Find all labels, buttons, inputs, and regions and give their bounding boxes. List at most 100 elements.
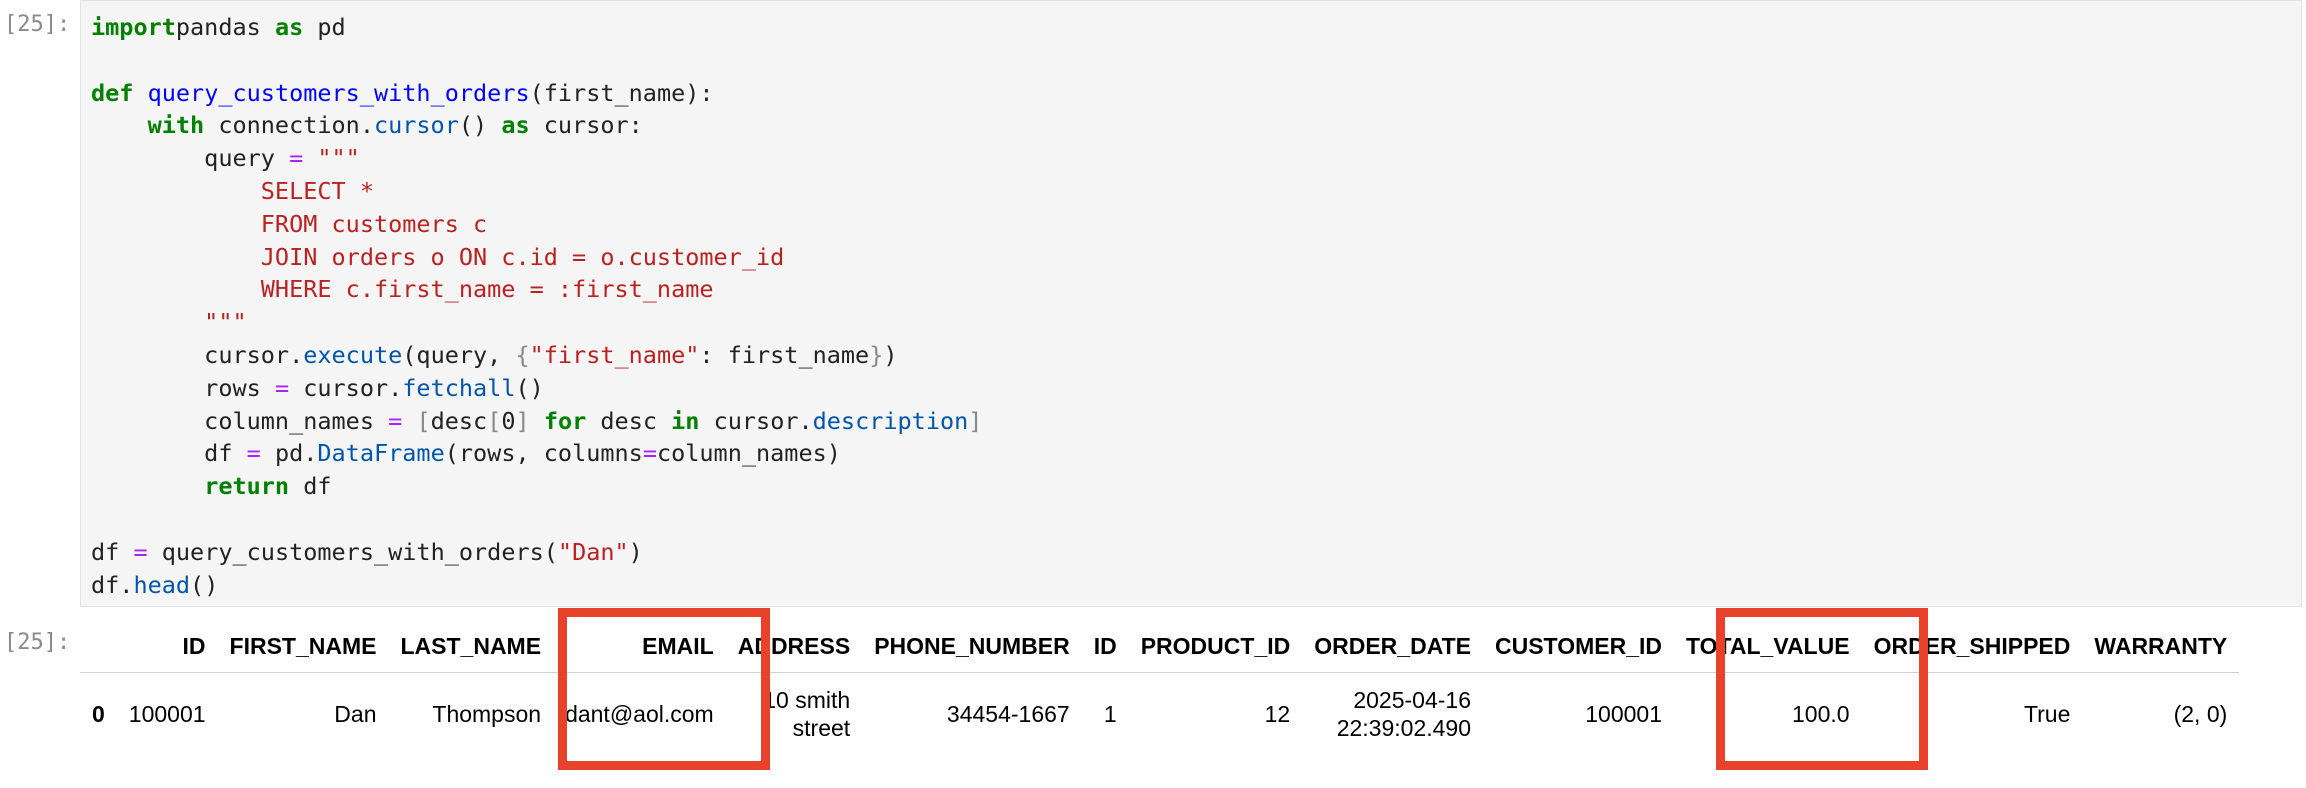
code-token: (first_name): xyxy=(529,78,714,107)
code-token: : first_name xyxy=(699,340,870,369)
code-token: [ xyxy=(416,406,431,435)
code-token: for xyxy=(543,406,587,435)
code-line: df = pd.DataFrame(rows, columns=column_n… xyxy=(91,437,982,470)
code-token: cursor xyxy=(373,111,459,140)
column-header xyxy=(80,620,117,673)
code-line: SELECT * xyxy=(91,175,982,208)
code-token: query xyxy=(91,144,290,173)
column-header: ID xyxy=(116,620,218,673)
code-token: cursor: xyxy=(529,111,643,140)
code-line: return df xyxy=(91,470,982,503)
output-area: ID FIRST_NAME LAST_NAME EMAIL ADDRESS PHONE_N… xyxy=(80,620,2240,755)
code-line: column_names = [desc[0] for desc in curs… xyxy=(91,405,982,438)
code-line: cursor.execute(query, {"first_name": fir… xyxy=(91,339,982,372)
column-header: FIRST_NAME xyxy=(217,620,389,673)
code-token: def xyxy=(91,78,134,107)
row-index: 0 xyxy=(92,701,105,727)
code-token: (query, xyxy=(402,340,516,369)
code-line: query = """ xyxy=(91,142,982,175)
code-token: ) xyxy=(883,340,898,369)
code-token: return xyxy=(204,472,290,501)
table-cell: 100001 xyxy=(1585,701,1662,727)
table-cell: 100.0 xyxy=(1792,701,1850,727)
table-cell: 34454-1667 xyxy=(946,701,1070,727)
code-line: def query_customers_with_orders(first_na… xyxy=(91,77,982,110)
table-cell: (2, 0) xyxy=(2173,701,2228,727)
code-token: () xyxy=(190,570,219,599)
code-line: with connection.cursor() as cursor: xyxy=(91,109,982,142)
code-line: df = query_customers_with_orders("Dan") xyxy=(91,536,982,569)
code-token: in xyxy=(671,406,700,435)
table-cell: Thompson xyxy=(432,701,542,727)
code-editor[interactable]: importpandas as pd def query_customers_wi… xyxy=(91,11,982,601)
column-header: ID xyxy=(1081,620,1129,673)
code-token: fetchall xyxy=(402,373,516,402)
column-header: CUSTOMER_ID xyxy=(1483,620,1674,673)
code-token: "Dan" xyxy=(557,537,629,566)
code-line: FROM customers c xyxy=(91,208,982,241)
code-token: with xyxy=(147,111,205,140)
table-cell: 1 xyxy=(1103,701,1117,727)
code-token: """ xyxy=(317,144,360,173)
code-token: description xyxy=(812,406,969,435)
code-token: cursor. xyxy=(289,373,403,402)
code-token: column_names) xyxy=(656,439,841,468)
table-cell: Dan xyxy=(334,701,377,727)
table-cell: 12 xyxy=(1264,701,1291,727)
code-token: df. xyxy=(91,570,134,599)
code-token: """ xyxy=(91,308,247,337)
code-token: [ xyxy=(487,406,502,435)
code-token: column_names xyxy=(91,406,389,435)
table-cell: True xyxy=(2023,701,2071,727)
column-header: PHONE_NUMBER xyxy=(862,620,1082,673)
output-prompt: [25]: xyxy=(4,630,71,655)
column-header: ORDER_SHIPPED xyxy=(1861,620,2083,673)
code-token: "first_name" xyxy=(529,340,700,369)
code-line: JOIN orders o ON c.id = o.customer_id xyxy=(91,241,982,274)
dataframe-table: ID FIRST_NAME LAST_NAME EMAIL ADDRESS PHONE_N… xyxy=(80,620,2240,755)
code-token: ] xyxy=(515,406,530,435)
code-cell[interactable]: importpandas as pd def query_customers_wi… xyxy=(80,0,2302,607)
code-token: as xyxy=(274,13,304,41)
code-token: 0 xyxy=(501,406,516,435)
column-header: EMAIL xyxy=(553,620,726,673)
code-token: ] xyxy=(968,406,983,435)
table-header-row: ID FIRST_NAME LAST_NAME EMAIL ADDRESS PHONE_N… xyxy=(80,620,2240,673)
code-token: JOIN orders o ON c.id = o.customer_id xyxy=(91,242,785,271)
code-line: WHERE c.first_name = :first_name xyxy=(91,273,982,306)
table-cell: 10 smith street xyxy=(763,687,851,741)
input-prompt: [25]: xyxy=(4,12,71,37)
code-token: pandas xyxy=(175,13,275,41)
code-token: connection. xyxy=(204,111,374,140)
table-cell: dant@aol.com xyxy=(565,701,714,727)
code-token: cursor. xyxy=(91,340,304,369)
code-token: df xyxy=(289,472,332,501)
code-token: () xyxy=(458,111,502,140)
code-token: execute xyxy=(303,340,403,369)
column-header: PRODUCT_ID xyxy=(1128,620,1303,673)
column-header: LAST_NAME xyxy=(388,620,554,673)
code-token: FROM customers c xyxy=(91,209,488,238)
code-token: pd. xyxy=(260,439,318,468)
code-token: as xyxy=(501,111,530,140)
code-token: pd xyxy=(303,13,346,41)
code-token: df xyxy=(91,537,134,566)
column-header: WARRANTY xyxy=(2082,620,2240,673)
code-line: rows = cursor.fetchall() xyxy=(91,372,982,405)
code-token: (rows, columns xyxy=(444,439,643,468)
table-cell: 2025-04-16 22:39:02.490 xyxy=(1336,687,1471,741)
code-token: desc xyxy=(430,406,488,435)
code-token: desc xyxy=(586,406,672,435)
column-header: ORDER_DATE xyxy=(1302,620,1483,673)
code-token: WHERE c.first_name = :first_name xyxy=(91,275,714,304)
code-token: = xyxy=(289,144,304,173)
code-token: ) xyxy=(628,537,643,566)
code-line: """ xyxy=(91,306,982,339)
